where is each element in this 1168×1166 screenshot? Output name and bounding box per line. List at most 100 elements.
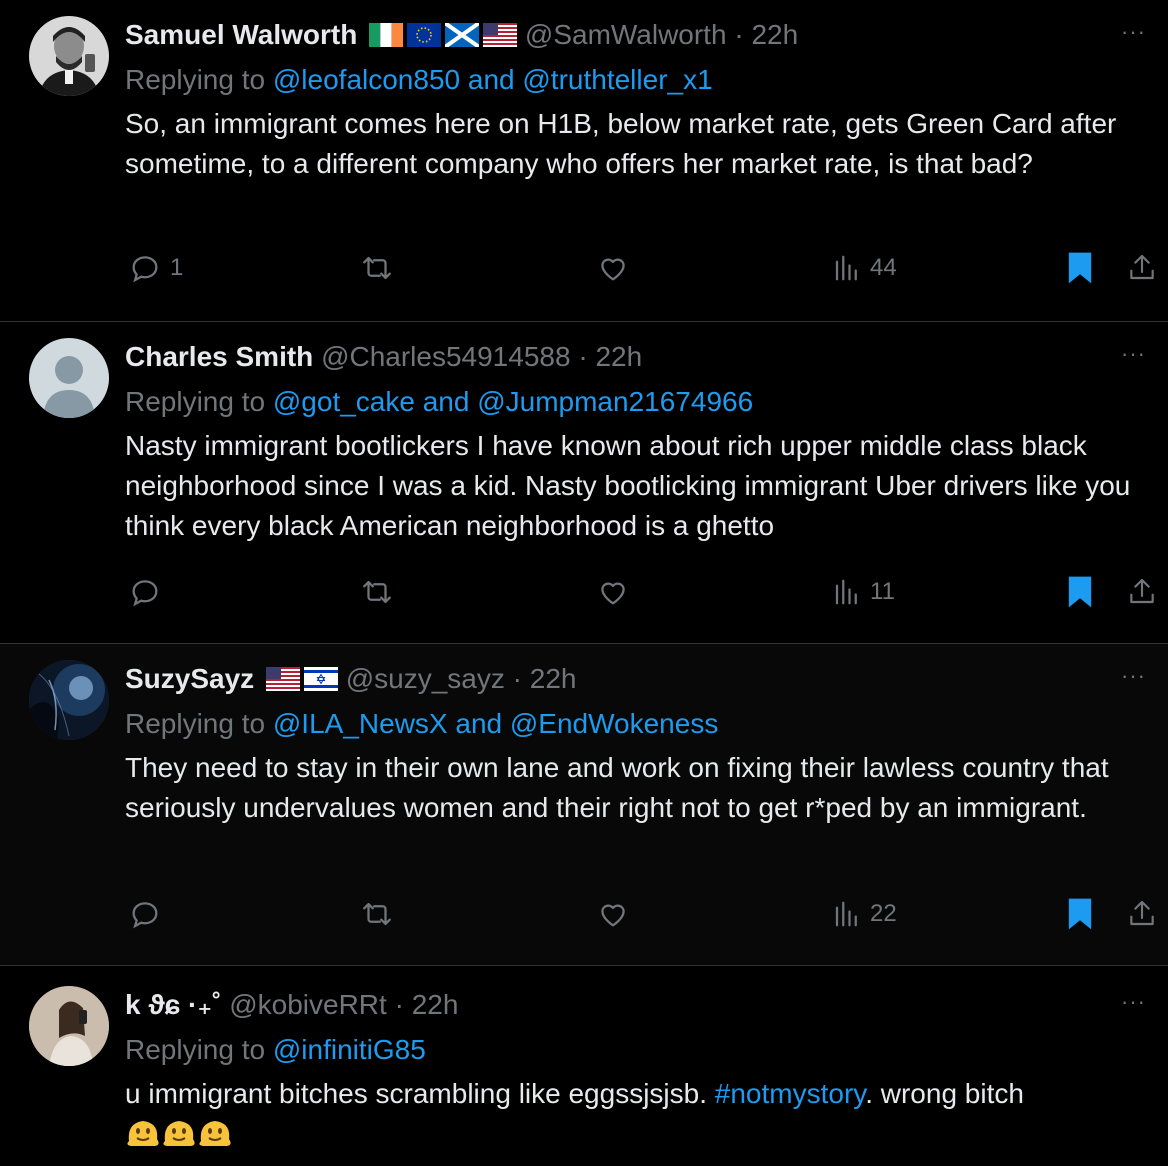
reply-button[interactable] bbox=[128, 572, 162, 612]
views-icon bbox=[832, 253, 862, 283]
more-icon[interactable]: ··· bbox=[1121, 21, 1146, 43]
tweet[interactable]: Charles Smith @Charles54914588 · 22h ···… bbox=[0, 322, 1168, 644]
usa-flag-icon bbox=[483, 19, 518, 57]
like-button[interactable] bbox=[596, 572, 630, 612]
replying-to: Replying to @infinitiG85 bbox=[125, 1031, 426, 1069]
tweet-text: They need to stay in their own lane and … bbox=[125, 752, 1109, 823]
replying-prefix: Replying to bbox=[125, 386, 273, 417]
scotland-flag-icon bbox=[443, 19, 481, 57]
views-icon bbox=[832, 899, 862, 929]
tweet-header: Charles Smith @Charles54914588 · 22h bbox=[125, 338, 642, 376]
more-icon[interactable]: ··· bbox=[1121, 665, 1146, 687]
tweet-text: So, an immigrant comes here on H1B, belo… bbox=[125, 108, 1117, 179]
action-bar: 11 bbox=[0, 572, 1168, 612]
like-icon bbox=[596, 897, 630, 931]
mention-links[interactable]: @got_cake and @Jumpman21674966 bbox=[273, 386, 753, 417]
handle[interactable]: @SamWalworth bbox=[525, 19, 727, 50]
retweet-button[interactable] bbox=[360, 572, 394, 612]
mention-links[interactable]: @infinitiG85 bbox=[273, 1034, 426, 1065]
tweet-text-before: u immigrant bitches scrambling like eggs… bbox=[125, 1078, 715, 1109]
tweet-header: SuzySayz @suzy_sayz · 22h bbox=[125, 660, 576, 701]
share-button[interactable] bbox=[1126, 572, 1158, 612]
melting-face-icon bbox=[161, 1115, 197, 1160]
bookmark-icon bbox=[1066, 897, 1094, 931]
reply-button[interactable] bbox=[128, 894, 162, 934]
separator-dot: · bbox=[734, 19, 744, 50]
reply-button[interactable]: 1 bbox=[128, 248, 183, 288]
share-icon bbox=[1126, 898, 1158, 930]
tweet-text: Nasty immigrant bootlickers I have known… bbox=[125, 430, 1131, 541]
display-name[interactable]: SuzySayz bbox=[125, 663, 254, 694]
israel-flag-icon bbox=[303, 663, 338, 701]
display-name[interactable]: Samuel Walworth bbox=[125, 19, 357, 50]
display-name[interactable]: k ϑɕ ·₊˚ bbox=[125, 989, 221, 1020]
usa-flag-icon bbox=[265, 663, 300, 701]
melting-face-icon bbox=[197, 1115, 233, 1160]
reply-count: 1 bbox=[170, 254, 184, 281]
action-bar: 1 44 bbox=[0, 248, 1168, 288]
avatar[interactable] bbox=[29, 986, 109, 1066]
tweet[interactable]: SuzySayz @suzy_sayz · 22h ··· Replying t… bbox=[0, 644, 1168, 966]
retweet-button[interactable] bbox=[360, 248, 394, 288]
mention-links[interactable]: @leofalcon850 and @truthteller_x1 bbox=[273, 64, 713, 95]
eu-flag-icon bbox=[407, 19, 442, 57]
like-icon bbox=[596, 251, 630, 285]
share-button[interactable] bbox=[1126, 248, 1158, 288]
separator-dot: · bbox=[512, 663, 522, 694]
bookmark-button[interactable] bbox=[1066, 572, 1094, 612]
like-icon bbox=[596, 575, 630, 609]
melting-face-icon bbox=[125, 1115, 161, 1160]
views-button[interactable]: 22 bbox=[832, 894, 897, 934]
tweet-text-after: . wrong bitch bbox=[865, 1078, 1024, 1109]
view-count: 44 bbox=[870, 254, 897, 281]
ireland-flag-icon bbox=[369, 19, 404, 57]
handle[interactable]: @Charles54914588 bbox=[321, 341, 570, 372]
bookmark-button[interactable] bbox=[1066, 894, 1094, 934]
replying-prefix: Replying to bbox=[125, 64, 273, 95]
separator-dot: · bbox=[394, 989, 404, 1020]
replying-prefix: Replying to bbox=[125, 708, 273, 739]
view-count: 22 bbox=[870, 900, 897, 927]
more-icon[interactable]: ··· bbox=[1121, 343, 1146, 365]
replying-to: Replying to @ILA_NewsX and @EndWokeness bbox=[125, 705, 718, 743]
timestamp[interactable]: 22h bbox=[595, 341, 642, 372]
timestamp[interactable]: 22h bbox=[751, 19, 798, 50]
hashtag-link[interactable]: #notmystory bbox=[715, 1078, 865, 1109]
share-button[interactable] bbox=[1126, 894, 1158, 934]
view-count: 11 bbox=[870, 578, 895, 605]
tweet-text: u immigrant bitches scrambling like eggs… bbox=[125, 1074, 1155, 1160]
avatar[interactable] bbox=[29, 338, 109, 418]
reply-icon bbox=[128, 251, 162, 285]
tweet-header: Samuel Walworth @SamWalworth · 22h bbox=[125, 16, 798, 57]
mention-links[interactable]: @ILA_NewsX and @EndWokeness bbox=[273, 708, 718, 739]
bookmark-icon bbox=[1066, 251, 1094, 285]
tweet[interactable]: k ϑɕ ·₊˚ @kobiveRRt · 22h ··· Replying t… bbox=[0, 966, 1168, 1166]
reply-icon bbox=[128, 575, 162, 609]
replying-to: Replying to @got_cake and @Jumpman216749… bbox=[125, 383, 753, 421]
separator-dot: · bbox=[578, 341, 588, 372]
retweet-button[interactable] bbox=[360, 894, 394, 934]
timestamp[interactable]: 22h bbox=[530, 663, 577, 694]
retweet-icon bbox=[360, 575, 394, 609]
reply-feed: Samuel Walworth @SamWalworth · 22h ··· R… bbox=[0, 0, 1168, 1166]
more-icon[interactable]: ··· bbox=[1121, 991, 1146, 1013]
handle[interactable]: @suzy_sayz bbox=[346, 663, 505, 694]
replying-to: Replying to @leofalcon850 and @truthtell… bbox=[125, 61, 713, 99]
bookmark-button[interactable] bbox=[1066, 248, 1094, 288]
replying-prefix: Replying to bbox=[125, 1034, 273, 1065]
views-icon bbox=[832, 577, 862, 607]
share-icon bbox=[1126, 252, 1158, 284]
like-button[interactable] bbox=[596, 248, 630, 288]
tweet[interactable]: Samuel Walworth @SamWalworth · 22h ··· R… bbox=[0, 0, 1168, 322]
display-name[interactable]: Charles Smith bbox=[125, 341, 313, 372]
views-button[interactable]: 11 bbox=[832, 572, 895, 612]
views-button[interactable]: 44 bbox=[832, 248, 897, 288]
avatar[interactable] bbox=[29, 16, 109, 96]
reply-icon bbox=[128, 897, 162, 931]
share-icon bbox=[1126, 576, 1158, 608]
like-button[interactable] bbox=[596, 894, 630, 934]
timestamp[interactable]: 22h bbox=[412, 989, 459, 1020]
avatar[interactable] bbox=[29, 660, 109, 740]
bookmark-icon bbox=[1066, 575, 1094, 609]
handle[interactable]: @kobiveRRt bbox=[229, 989, 387, 1020]
